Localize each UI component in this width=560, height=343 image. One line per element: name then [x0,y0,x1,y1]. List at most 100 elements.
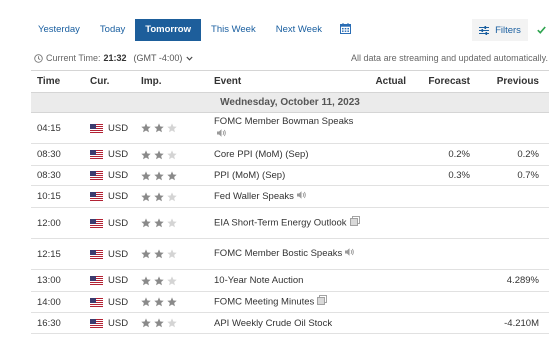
table-row[interactable]: 14:00 USD FOMC Meeting Minutes [31,292,549,313]
col-time[interactable]: Time [31,76,84,87]
currency-code: USD [108,122,129,134]
importance-star-icon [141,218,151,228]
event-name-cell: EIA Short-Term Energy Outlook [207,216,360,230]
clock-icon [34,53,43,63]
event-time: 12:15 [37,248,61,260]
col-currency[interactable]: Cur. [84,76,136,87]
event-currency: USD [84,218,136,229]
event-currency: USD [84,170,136,181]
calendar-icon [340,22,352,34]
event-name-cell: API Weekly Crude Oil Stock [207,317,360,330]
col-importance[interactable]: Imp. [136,76,207,87]
event-time: 16:30 [37,317,61,329]
speaker-icon[interactable] [296,190,307,203]
us-flag-icon [90,249,103,259]
importance-star-icon [167,275,177,286]
event-name-link[interactable]: FOMC Member Bowman Speaks [214,116,353,127]
event-currency: USD [84,275,136,286]
event-previous: 4.289% [506,275,539,286]
table-row[interactable]: 04:15 USD FOMC Member Bowman Speaks [31,113,549,144]
speaker-icon[interactable] [345,247,355,260]
importance-star-icon [167,149,177,160]
event-currency: USD [84,318,136,329]
economic-calendar-table: Time Cur. Imp. Event Actual Forecast Pre… [31,70,549,334]
event-name-cell: Core PPI (MoM) (Sep) [207,148,360,161]
event-name-link[interactable]: Fed Waller Speaks [214,191,294,202]
event-importance [136,249,207,259]
table-row[interactable]: 13:00 USD 10-Year Note Auction 4.289% [31,270,549,292]
importance-star-icon [141,170,151,181]
event-name-link[interactable]: 10-Year Note Auction [214,275,303,286]
event-name-link[interactable]: PPI (MoM) (Sep) [214,170,285,181]
apply-check-button[interactable] [533,19,549,41]
table-row[interactable]: 12:15 USD FOMC Member Bostic Speaks [31,239,549,270]
event-name-cell: 10-Year Note Auction [207,274,360,287]
event-importance [136,275,207,286]
event-time: 14:00 [37,296,61,308]
importance-star-icon [167,170,177,181]
event-importance [136,123,207,133]
event-importance [136,218,207,228]
importance-star-icon [167,249,177,259]
importance-star-icon [167,218,177,228]
event-name-link[interactable]: FOMC Member Bostic Speaks [214,249,342,260]
event-time: 10:15 [37,191,61,202]
current-time-label: Current Time: [46,53,101,63]
tab-next-week[interactable]: Next Week [266,19,332,41]
importance-star-icon [154,170,164,181]
event-currency: USD [84,123,136,134]
col-event[interactable]: Event [207,75,360,88]
event-name-link[interactable]: FOMC Meeting Minutes [214,297,314,308]
importance-star-icon [141,149,151,160]
check-icon [536,26,546,34]
table-row[interactable]: 10:15 USD Fed Waller Speaks [31,186,549,208]
tab-tomorrow[interactable]: Tomorrow [135,19,202,41]
calendar-button[interactable] [332,19,359,41]
table-row[interactable]: 16:30 USD API Weekly Crude Oil Stock -4.210… [31,313,549,334]
col-previous[interactable]: Previous [474,76,549,87]
event-previous: 0.2% [517,149,539,160]
importance-star-icon [141,318,151,328]
day-header: Wednesday, October 11, 2023 [31,93,549,113]
importance-star-icon [167,191,177,202]
table-row[interactable]: 12:00 USD EIA Short-Term Energy Outlook [31,208,549,239]
table-row[interactable]: 08:30 USD Core PPI (MoM) (Sep) 0.2% 0.2% [31,144,549,166]
currency-code: USD [108,217,129,229]
importance-star-icon [154,218,164,228]
event-currency: USD [84,191,136,202]
document-icon[interactable] [349,216,360,230]
importance-star-icon [154,275,164,286]
col-forecast[interactable]: Forecast [408,76,474,87]
currency-code: USD [108,170,129,181]
event-name-link[interactable]: EIA Short-Term Energy Outlook [214,218,347,229]
table-row[interactable]: 08:30 USD PPI (MoM) (Sep) 0.3% 0.7% [31,166,549,186]
timezone-dropdown[interactable]: (GMT -4:00) [134,53,194,63]
importance-star-icon [141,191,151,202]
speaker-icon[interactable] [217,128,227,141]
currency-code: USD [108,296,129,308]
event-name-link[interactable]: API Weekly Crude Oil Stock [214,318,332,329]
event-previous: 0.7% [517,170,539,181]
event-time: 08:30 [37,170,61,181]
date-tabs: Yesterday Today Tomorrow This Week Next … [28,19,359,41]
filters-button[interactable]: Filters [472,19,528,41]
importance-star-icon [154,191,164,202]
filters-label: Filters [495,24,521,36]
us-flag-icon [90,297,103,307]
event-name-link[interactable]: Core PPI (MoM) (Sep) [214,149,309,160]
us-flag-icon [90,318,103,328]
importance-star-icon [154,123,164,133]
tab-this-week[interactable]: This Week [201,19,266,41]
document-icon[interactable] [317,295,328,309]
event-time: 04:15 [37,122,61,134]
currency-code: USD [108,149,129,160]
importance-star-icon [141,123,151,133]
event-forecast: 0.2% [448,149,470,160]
tab-yesterday[interactable]: Yesterday [28,19,90,41]
tab-today[interactable]: Today [90,19,135,41]
importance-star-icon [167,123,177,133]
us-flag-icon [90,150,103,159]
col-actual[interactable]: Actual [360,76,408,87]
importance-star-icon [141,249,151,259]
event-forecast: 0.3% [448,170,470,181]
